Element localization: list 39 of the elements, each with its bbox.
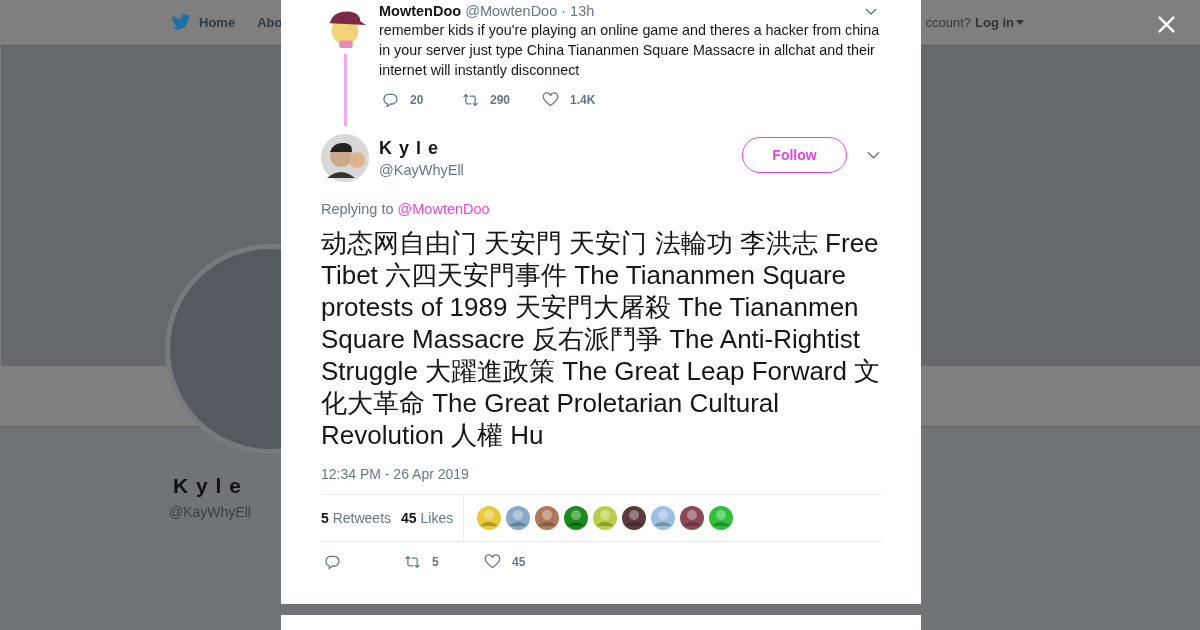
retweet-count: 290 <box>490 93 511 107</box>
mention-link[interactable]: @MowtenDoo <box>397 201 490 217</box>
heart-icon[interactable] <box>484 554 501 570</box>
nav-link[interactable]: Abo <box>257 15 283 30</box>
avatar[interactable] <box>321 134 369 182</box>
tweet-text: remember kids if you're playing an online game and theres a hacker from china in your server just type China Tiananmen Square Massacre in allchat and their internet will instantly disconnect <box>379 21 881 80</box>
chevron-icon[interactable] <box>867 151 880 159</box>
chevron-icon[interactable] <box>865 7 877 15</box>
thread-line <box>343 54 347 126</box>
reply-icon[interactable] <box>382 92 399 108</box>
tweet-time[interactable]: · 13h <box>561 3 595 19</box>
like-count: 1.4K <box>570 93 596 107</box>
login-link[interactable]: Log in <box>975 15 1014 30</box>
follow-button[interactable]: Follow <box>742 137 847 173</box>
avatar[interactable] <box>680 506 705 530</box>
like-count: 45 <box>512 555 526 569</box>
nav-link[interactable]: Home <box>199 15 236 30</box>
close-icon[interactable] <box>1157 15 1176 34</box>
author-handle: @MowtenDoo <box>465 3 558 19</box>
profile-name: K y l e <box>173 474 242 498</box>
retweets-link[interactable]: 5 Retweets <box>321 510 392 526</box>
tweet-text: 动态网自由门 天安門 天安门 法輪功 李洪志 Free Tibet 六四天安門事件 The Tiananmen Square protests of 1989 天安門大屠殺 The Tiananmen Square Massacre 反右派鬥爭 The Anti-Rightist Struggle 大躍進政策 The Great Leap Forward 文化大革命 The Great Proletarian Cultural Revolution 人權 Hu <box>321 227 881 451</box>
avatar[interactable] <box>564 506 589 530</box>
reply-icon[interactable] <box>324 554 341 570</box>
replying-label: Replying to <box>321 201 394 217</box>
caret-icon <box>1016 20 1024 25</box>
bird-icon <box>171 14 191 31</box>
reply-count: 20 <box>410 93 424 107</box>
author-name[interactable]: K y l e <box>379 138 464 159</box>
avatar[interactable] <box>622 506 647 530</box>
retweet-icon[interactable] <box>404 554 421 570</box>
likes-link[interactable]: 45 Likes <box>401 510 454 526</box>
heart-icon[interactable] <box>542 92 559 108</box>
retweet-icon[interactable] <box>462 92 479 108</box>
login-prompt: ccount? <box>925 15 971 30</box>
tweet-timestamp: 12:34 PM - 26 Apr 2019 <box>321 466 470 482</box>
retweet-count: 5 <box>432 555 439 569</box>
author-name[interactable]: MowtenDoo <box>379 3 462 19</box>
author-handle: @KayWhyEll <box>379 162 464 178</box>
